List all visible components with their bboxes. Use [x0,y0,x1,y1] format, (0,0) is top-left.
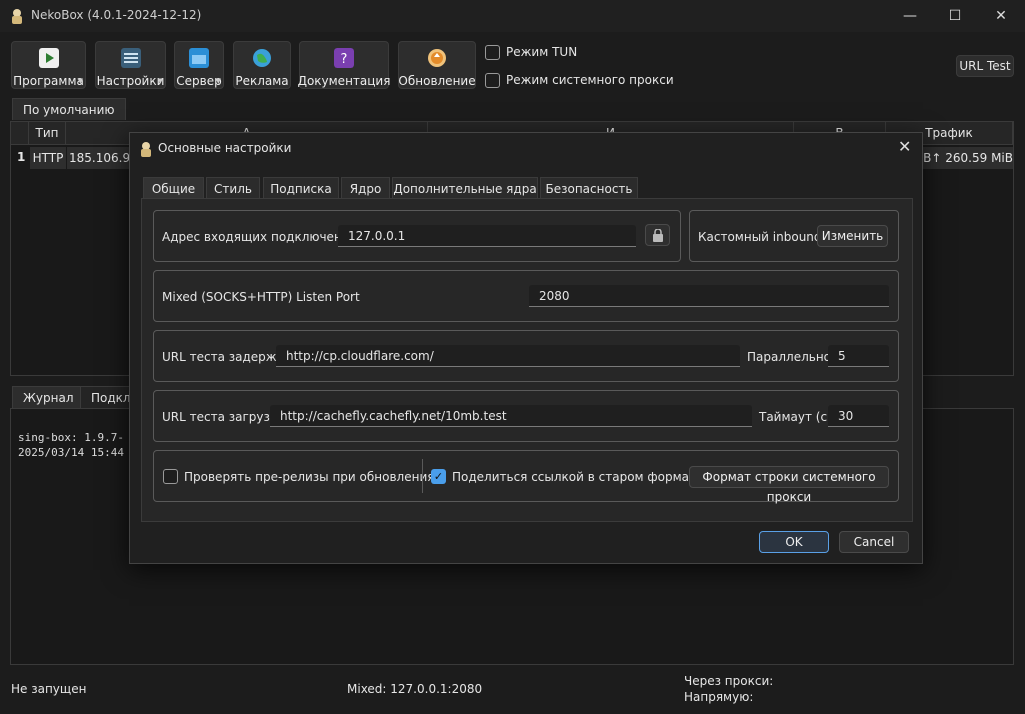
play-icon [38,48,59,68]
tun-mode-checkbox[interactable] [485,45,500,60]
program-menu-button[interactable]: Программа ▼ [11,41,86,89]
window-title: NekoBox (4.0.1-2024-12-12) [31,8,202,22]
prerelease-checkbox[interactable] [163,469,178,484]
ok-button[interactable]: OK [759,531,829,553]
mixed-port-field[interactable]: 2080 [529,285,889,307]
lock-icon [652,228,663,242]
core-status: Не запущен [11,682,87,696]
general-pane: Адрес входящих подключений 127.0.0.1 Кас… [141,198,913,522]
title-bar: NekoBox (4.0.1-2024-12-12) — ☐ ✕ [0,0,1025,32]
check-icon: ✓ [433,470,444,483]
timeout-field[interactable]: 30 [828,405,889,427]
close-icon[interactable]: ✕ [898,137,911,156]
edit-inbound-button[interactable]: Изменить [817,225,888,247]
dialog-title: Основные настройки [158,141,292,155]
sysproxy-format-button[interactable]: Формат строки системного прокси [689,466,889,504]
maximize-button[interactable]: ☐ [932,0,978,32]
url-test-button[interactable]: URL Test [956,55,1014,77]
close-button[interactable]: ✕ [978,0,1024,32]
old-share-format-checkbox[interactable]: ✓ [431,469,446,484]
old-share-format-label: Поделиться ссылкой в старом формате* [452,470,710,484]
inbound-address-group: Адрес входящих подключений 127.0.0.1 [153,210,681,262]
system-proxy-label: Режим системного прокси [506,73,674,87]
lock-button[interactable] [645,224,670,246]
chevron-down-icon: ▼ [215,77,221,85]
tun-mode-label: Режим TUN [506,45,578,59]
inbound-address-field[interactable]: 127.0.0.1 [338,225,636,247]
nekobox-icon [12,9,22,24]
custom-inbound-group: Кастомный inbound Изменить [689,210,899,262]
row-type: HTTP [30,147,66,169]
parallel-label: Параллельно [747,350,831,364]
log-line: sing-box: 1.9.7- [18,431,124,444]
download-test-group: URL теста загрузки http://cachefly.cache… [153,390,899,442]
chevron-down-icon: ▼ [77,77,83,85]
latency-url-field[interactable]: http://cp.cloudflare.com/ [276,345,740,367]
tab-extra-cores[interactable]: Дополнительные ядра [392,177,538,199]
update-label: Обновление [398,74,476,88]
latency-url-label: URL теста задержки [162,350,292,364]
custom-inbound-label: Кастомный inbound [698,230,822,244]
ads-label: Реклама [235,74,289,88]
update-icon [428,49,446,67]
header-corner [11,122,29,144]
tab-default-group[interactable]: По умолчанию [12,98,126,120]
minimize-button[interactable]: — [887,0,933,32]
settings-menu-button[interactable]: Настройки ▼ [95,41,166,89]
download-url-field[interactable]: http://cachefly.cachefly.net/10mb.test [270,405,752,427]
chevron-down-icon: ▼ [157,77,163,85]
row-index: 1 [17,150,26,164]
nekobox-icon [141,142,151,157]
cancel-button[interactable]: Cancel [839,531,909,553]
mixed-status: Mixed: 127.0.0.1:2080 [347,682,483,696]
tab-subscription[interactable]: Подписка [263,177,339,199]
prerelease-label: Проверять пре-релизы при обновлениях [184,470,442,484]
download-url-label: URL теста загрузки [162,410,285,424]
direct-status: Напрямую: [684,690,754,704]
help-icon: ? [334,48,354,68]
inbound-address-label: Адрес входящих подключений [162,230,358,244]
via-proxy-status: Через прокси: [684,674,774,688]
ads-button[interactable]: Реклама [233,41,291,89]
parallel-field[interactable]: 5 [828,345,889,367]
mixed-port-group: Mixed (SOCKS+HTTP) Listen Port 2080 [153,270,899,322]
folder-icon [189,48,209,68]
latency-test-group: URL теста задержки http://cp.cloudflare.… [153,330,899,382]
misc-options-group: Проверять пре-релизы при обновлениях ✓ П… [153,450,899,504]
tab-security[interactable]: Безопасность [540,177,638,199]
row-traffic: iB↑ 260.59 MiB↓ [919,147,1013,169]
sliders-icon [120,48,141,68]
log-line: 2025/03/14 15:44 [18,446,124,459]
docs-label: Документация [297,74,391,88]
svg-text:?: ? [341,52,348,67]
update-button[interactable]: Обновление [398,41,476,89]
tab-log[interactable]: Журнал [12,386,85,408]
divider [422,459,423,493]
docs-button[interactable]: ? Документация [297,41,391,89]
timeout-label: Таймаут (с) [759,410,832,424]
settings-menu-label: Настройки [96,74,165,88]
mixed-port-label: Mixed (SOCKS+HTTP) Listen Port [162,290,360,304]
row-address: 185.106.99.1 [67,147,137,169]
server-menu-button[interactable]: Сервер ▼ [174,41,224,89]
tab-core[interactable]: Ядро [341,177,390,199]
tab-general[interactable]: Общие [143,177,204,199]
globe-icon [253,49,271,67]
header-type[interactable]: Тип [29,122,66,144]
settings-dialog: Основные настройки ✕ Общие Стиль Подписк… [129,132,923,564]
tab-style[interactable]: Стиль [206,177,260,199]
program-menu-label: Программа [13,74,84,88]
system-proxy-checkbox[interactable] [485,73,500,88]
